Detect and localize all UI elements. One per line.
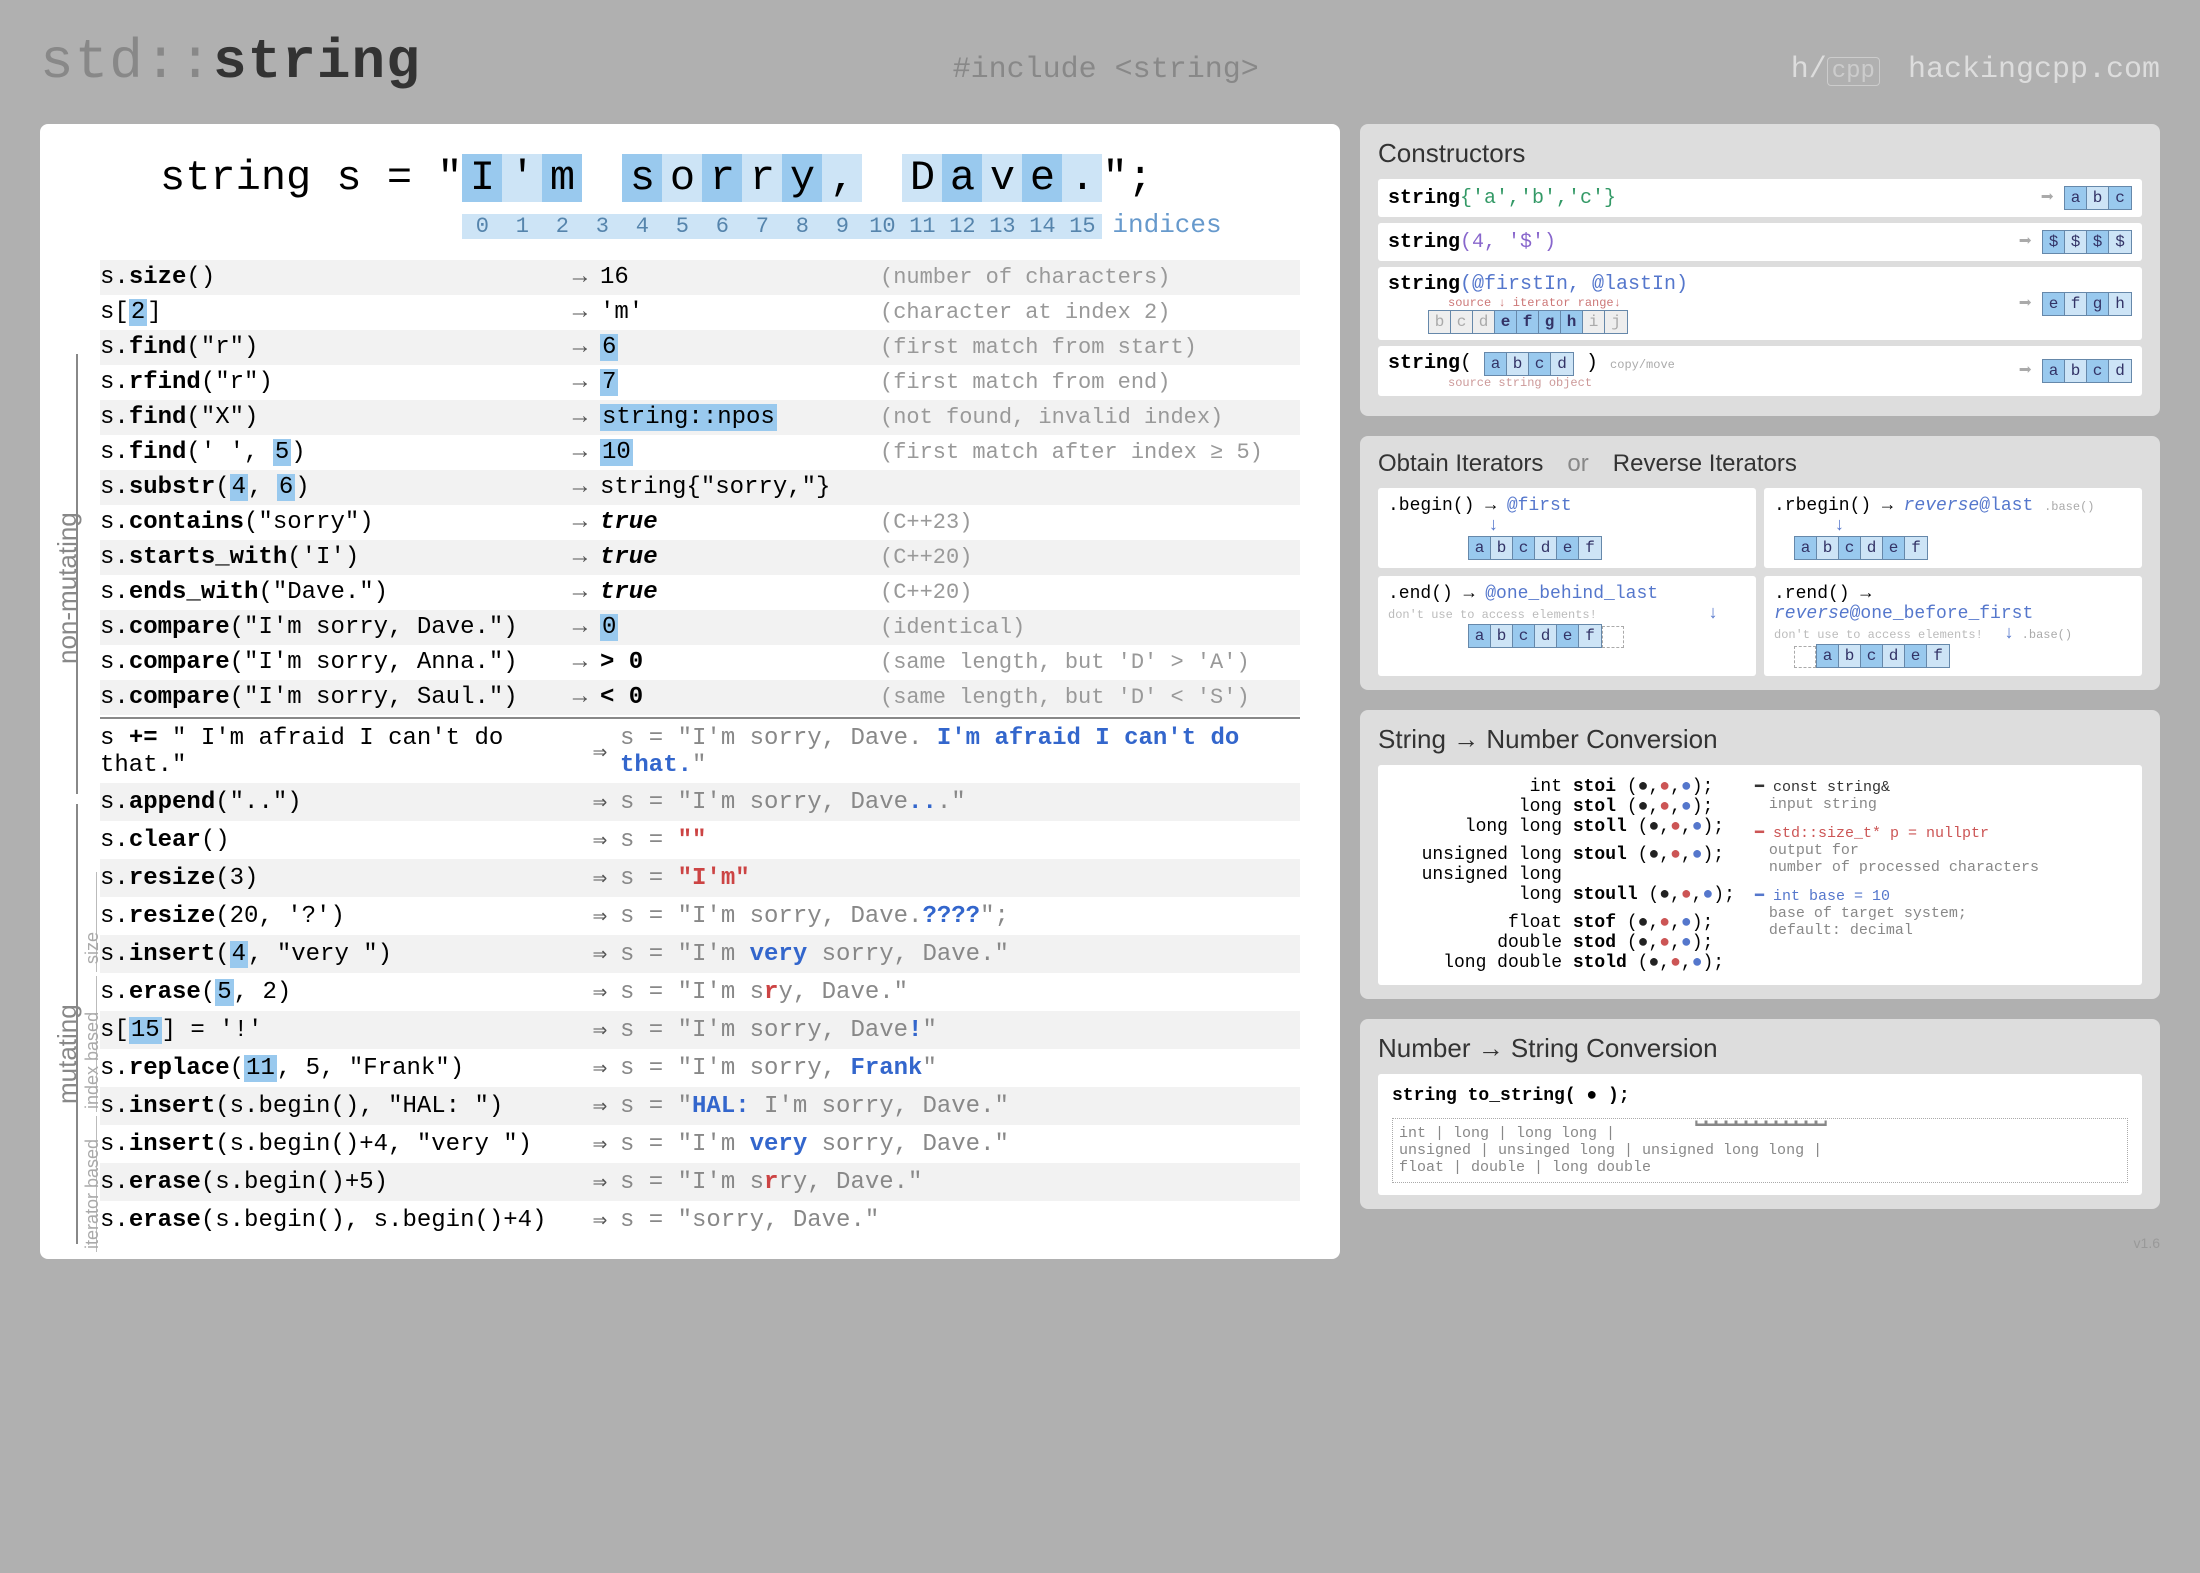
nonmutating-table: s.size()→16(number of characters)s[2]→'m…	[100, 260, 1300, 715]
op-row: s[2]→'m'(character at index 2)	[100, 295, 1300, 330]
version-label: v1.6	[1360, 1235, 2160, 1251]
op-row: s.find("X")→string::npos(not found, inva…	[100, 400, 1300, 435]
site-logo: h/cpp hackingcpp.com	[1791, 53, 2160, 87]
op-row: s.rfind("r")→7(first match from end)	[100, 365, 1300, 400]
op-row: s.erase(s.begin(), s.begin()+4)⇒s = "sor…	[100, 1201, 1300, 1239]
op-row: s.insert(s.begin(), "HAL: ")⇒s = "HAL: I…	[100, 1087, 1300, 1125]
indices-row: 0123456789101112131415indices	[160, 210, 1300, 240]
op-row: s.ends_with("Dave.")→true(C++20)	[100, 575, 1300, 610]
op-row: s.find("r")→6(first match from start)	[100, 330, 1300, 365]
constructors-title: Constructors	[1378, 138, 2142, 169]
op-row: s.contains("sorry")→true(C++23)	[100, 505, 1300, 540]
ctor-row: string(4, '$')➡$$$$	[1378, 223, 2142, 261]
mutating-table: s += " I'm afraid I can't do that."⇒s = …	[100, 721, 1300, 1239]
string-declaration: string s = "I'm sorry, Dave.";	[160, 154, 1300, 202]
iterators-title: Obtain Iterators	[1378, 450, 1543, 478]
sub-label-index: index based	[82, 1012, 103, 1109]
str-to-num-card: String → Number Conversion int stoi (●,●…	[1360, 710, 2160, 999]
op-row: s += " I'm afraid I can't do that."⇒s = …	[100, 721, 1300, 783]
section-label-nonmutating: non-mutating	[52, 512, 83, 664]
ctor-row: string{'a','b','c'}➡abc	[1378, 179, 2142, 217]
sub-label-size: size	[82, 932, 103, 964]
op-row: s.erase(5, 2)⇒s = "I'm sry, Dave."	[100, 973, 1300, 1011]
iterators-card: Obtain Iterators or Reverse Iterators .b…	[1360, 436, 2160, 690]
op-row: s.find(' ', 5)→10(first match after inde…	[100, 435, 1300, 470]
op-row: s.substr(4, 6)→string{"sorry,"}	[100, 470, 1300, 505]
str-to-num-title: String → Number Conversion	[1378, 724, 2142, 755]
op-row: s.starts_with('I')→true(C++20)	[100, 540, 1300, 575]
num-to-str-title: Number → String Conversion	[1378, 1033, 2142, 1064]
op-row: s.append("..")⇒s = "I'm sorry, Dave..."	[100, 783, 1300, 821]
page-title: std::string	[40, 30, 421, 94]
reverse-iterators-title: Reverse Iterators	[1613, 450, 1797, 478]
op-row: s.insert(s.begin()+4, "very ")⇒s = "I'm …	[100, 1125, 1300, 1163]
op-row: s.compare("I'm sorry, Saul.")→< 0(same l…	[100, 680, 1300, 715]
section-label-mutating: mutating	[52, 1004, 83, 1104]
iter-box: .rbegin() → reverse@last .base()↓abcdef	[1764, 488, 2142, 568]
op-row: s.resize(3)⇒s = "I'm"	[100, 859, 1300, 897]
iter-box: .begin() → @first↓abcdef	[1378, 488, 1756, 568]
constructors-card: Constructors string{'a','b','c'}➡abc stri…	[1360, 124, 2160, 416]
op-row: s.clear()⇒s = ""	[100, 821, 1300, 859]
include-directive: #include <string>	[421, 53, 1791, 87]
sub-label-iterator: iterator based	[82, 1139, 103, 1249]
op-row: s.replace(11, 5, "Frank")⇒s = "I'm sorry…	[100, 1049, 1300, 1087]
ctor-row: string(@firstIn, @lastIn)source ↓ iterat…	[1378, 267, 2142, 340]
op-row: s.size()→16(number of characters)	[100, 260, 1300, 295]
op-row: s.insert(4, "very ")⇒s = "I'm very sorry…	[100, 935, 1300, 973]
page-header: std::string #include <string> h/cpp hack…	[40, 30, 2160, 94]
num-to-str-card: Number → String Conversion string to_str…	[1360, 1019, 2160, 1209]
op-row: s.resize(20, '?')⇒s = "I'm sorry, Dave.?…	[100, 897, 1300, 935]
op-row: s.compare("I'm sorry, Dave.")→0(identica…	[100, 610, 1300, 645]
ctor-row: string( abcd ) copy/movesource string ob…	[1378, 346, 2142, 396]
op-row: s.compare("I'm sorry, Anna.")→> 0(same l…	[100, 645, 1300, 680]
iter-box: .end() → @one_behind_lastdon't use to ac…	[1378, 576, 1756, 676]
op-row: s[15] = '!'⇒s = "I'm sorry, Dave!"	[100, 1011, 1300, 1049]
op-row: s.erase(s.begin()+5)⇒s = "I'm srry, Dave…	[100, 1163, 1300, 1201]
iter-box: .rend() → reverse@one_before_firstdon't …	[1764, 576, 2142, 676]
string-operations-card: string s = "I'm sorry, Dave."; 012345678…	[40, 124, 1340, 1259]
